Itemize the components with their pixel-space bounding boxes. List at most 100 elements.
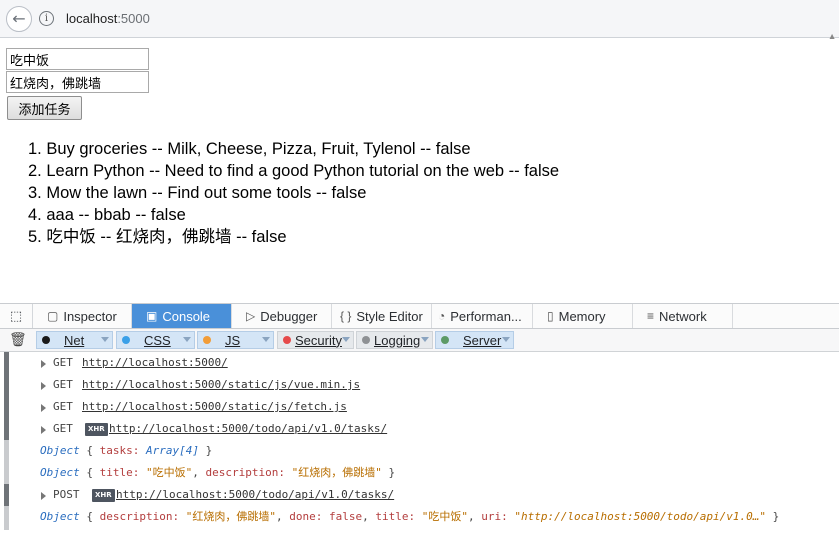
object-key: title: <box>375 510 416 523</box>
expand-triangle-icon[interactable] <box>41 382 46 390</box>
tab-inspector[interactable]: ▢ Inspector <box>33 304 132 328</box>
object-key: tasks: <box>99 444 140 457</box>
console-output: GET http://localhost:5000/ GET http://lo… <box>0 352 839 536</box>
task-item: 2. Learn Python -- Need to find a good P… <box>28 162 560 180</box>
trash-icon[interactable]: 🗑 <box>9 332 27 348</box>
add-task-button[interactable]: 添加任务 <box>7 96 82 120</box>
object-value: "吃中饭" <box>146 466 193 479</box>
request-method: GET <box>53 378 73 391</box>
object-label[interactable]: Object <box>40 510 80 523</box>
back-button[interactable]: ← <box>6 6 32 32</box>
separator: , <box>467 510 475 523</box>
request-url-link[interactable]: http://localhost:5000/todo/api/v1.0/task… <box>109 418 387 440</box>
site-info-icon[interactable]: i <box>39 11 54 26</box>
address-bar[interactable]: localhost:5000 <box>66 11 150 26</box>
tab-style-editor[interactable]: { } Style Editor <box>332 304 432 328</box>
filter-label: Security <box>295 332 342 348</box>
console-request-row[interactable]: GET XHR http://localhost:5000/todo/api/v… <box>0 418 839 440</box>
chevron-down-icon <box>101 337 109 342</box>
object-key: title: <box>99 466 140 479</box>
page-content: 添加任务 1. Buy groceries -- Milk, Cheese, P… <box>0 39 839 303</box>
brace-open: { <box>86 444 93 457</box>
tab-console[interactable]: ▣ Console <box>132 304 232 328</box>
xhr-badge: XHR <box>92 489 115 502</box>
object-value[interactable]: Array[4] <box>146 444 199 457</box>
object-key: uri: <box>481 510 508 523</box>
expand-triangle-icon[interactable] <box>41 492 46 500</box>
debugger-icon: ▷ <box>246 309 256 323</box>
object-value: "吃中饭" <box>421 510 468 523</box>
filter-security[interactable]: Security <box>277 331 354 349</box>
inspector-icon: ▢ <box>47 309 59 323</box>
object-value: "红烧肉，佛跳墙" <box>185 510 276 523</box>
task-item: 3. Mow the lawn -- Find out some tools -… <box>28 184 367 202</box>
chevron-down-icon <box>262 337 270 342</box>
filter-server[interactable]: Server <box>435 331 514 349</box>
devtools-tabbar: ⬚ ▢ Inspector ▣ Console ▷ Debugger { } Style… <box>0 303 839 329</box>
object-label[interactable]: Object <box>40 444 80 457</box>
tab-label: Network <box>659 308 707 324</box>
tab-debugger[interactable]: ▷ Debugger <box>232 304 332 328</box>
task-item: 5. 吃中饭 -- 红烧肉，佛跳墙 -- false <box>28 228 287 246</box>
filter-css[interactable]: CSS <box>116 331 195 349</box>
object-value: "红烧肉，佛跳墙" <box>291 466 382 479</box>
request-method: GET <box>53 400 73 413</box>
tab-label: Debugger <box>260 308 318 324</box>
filter-js[interactable]: JS <box>197 331 274 349</box>
request-url-link[interactable]: http://localhost:5000/static/js/fetch.js <box>82 396 347 418</box>
request-url-link[interactable]: http://localhost:5000/todo/api/v1.0/task… <box>116 484 394 506</box>
expand-triangle-icon[interactable] <box>41 426 46 434</box>
chevron-down-icon <box>342 337 350 342</box>
object-key: description: <box>99 510 180 523</box>
chevron-down-icon <box>183 337 191 342</box>
expand-triangle-icon[interactable] <box>41 360 46 368</box>
request-method: POST <box>53 488 80 501</box>
brace-close: } <box>772 510 780 523</box>
brace-close: } <box>388 466 396 479</box>
request-url-link[interactable]: http://localhost:5000/static/js/vue.min.… <box>82 374 360 396</box>
logging-dot-icon <box>362 336 370 344</box>
console-request-row[interactable]: GET http://localhost:5000/ <box>0 352 839 374</box>
style-editor-icon: { } <box>340 309 352 323</box>
brace-close: } <box>205 444 213 457</box>
url-host: localhost <box>66 11 118 26</box>
tab-performance[interactable]: ◔ Performan... <box>432 304 533 328</box>
memory-icon: ▯ <box>547 309 554 323</box>
console-request-row[interactable]: GET http://localhost:5000/static/js/fetc… <box>0 396 839 418</box>
tab-label: Memory <box>558 308 606 324</box>
filter-label: CSS <box>144 332 171 348</box>
tab-label: Performan... <box>450 308 522 324</box>
tab-label: Style Editor <box>356 308 423 324</box>
network-icon: ≡ <box>647 309 655 323</box>
element-picker-icon[interactable]: ⬚ <box>0 304 33 328</box>
object-label[interactable]: Object <box>40 466 80 479</box>
performance-icon: ◔ <box>438 309 446 323</box>
filter-net[interactable]: Net <box>36 331 113 349</box>
task-title-input[interactable] <box>6 48 149 70</box>
filter-logging[interactable]: Logging <box>356 331 433 349</box>
xhr-badge: XHR <box>85 423 108 436</box>
css-dot-icon <box>122 336 130 344</box>
request-url-link[interactable]: http://localhost:5000/ <box>82 352 228 374</box>
separator: , <box>192 466 199 479</box>
task-description-input[interactable] <box>6 71 149 93</box>
console-icon: ▣ <box>146 309 158 323</box>
chevron-down-icon <box>421 337 429 342</box>
console-object-row[interactable]: Object { title: "吃中饭", description: "红烧肉… <box>0 462 839 484</box>
console-request-row[interactable]: POST XHR http://localhost:5000/todo/api/… <box>0 484 839 506</box>
filter-label: Net <box>64 332 85 348</box>
brace-open: { <box>86 466 93 479</box>
expand-triangle-icon[interactable] <box>41 404 46 412</box>
tab-network[interactable]: ≡ Network <box>633 304 733 328</box>
console-object-row[interactable]: Object { description: "红烧肉，佛跳墙", done: f… <box>0 506 839 528</box>
request-method: GET <box>53 422 73 435</box>
tab-memory[interactable]: ▯ Memory <box>533 304 633 328</box>
console-request-row[interactable]: GET http://localhost:5000/static/js/vue.… <box>0 374 839 396</box>
tab-label: Inspector <box>63 308 117 324</box>
task-item: 4. aaa -- bbab -- false <box>28 206 186 224</box>
object-value: "http://localhost:5000/todo/api/v1.0…" <box>514 510 767 523</box>
server-dot-icon <box>441 336 449 344</box>
filter-label: Logging <box>374 332 421 348</box>
tab-label: Console <box>162 308 211 324</box>
console-object-row[interactable]: Object { tasks: Array[4] } <box>0 440 839 462</box>
